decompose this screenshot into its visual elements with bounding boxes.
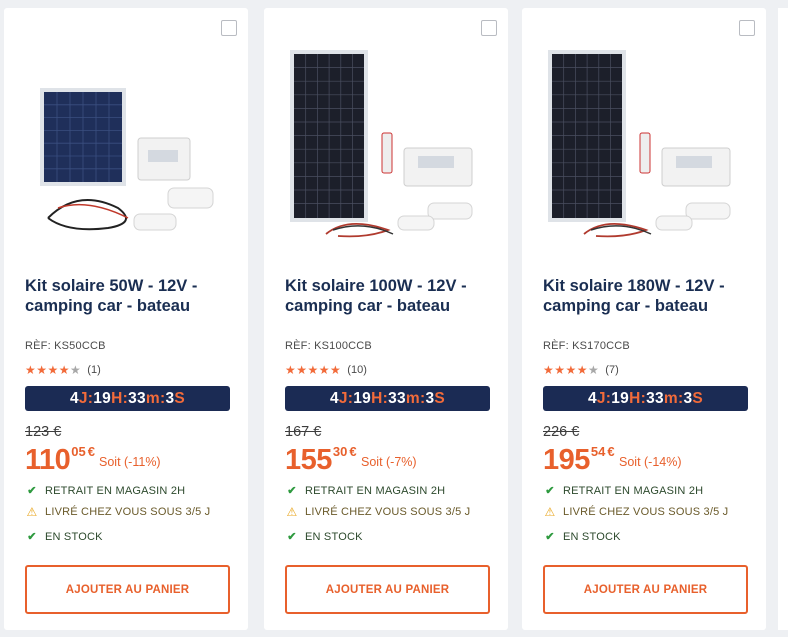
star-rating-icon: ★★★★★ [25, 363, 82, 377]
product-card[interactable]: Kit solaire 180W - 12V - camping car - b… [522, 8, 766, 630]
check-icon: ✔ [545, 485, 555, 497]
review-count: (10) [347, 364, 367, 376]
rating[interactable]: ★★★★★ (10) [285, 363, 367, 377]
delivery-item: ⚠ LIVRÉ CHEZ VOUS SOUS 3/5 J [544, 505, 729, 519]
product-card[interactable]: Kit solaire 100W - 12V - camping car - b… [264, 8, 508, 630]
product-title[interactable]: Kit solaire 180W - 12V - camping car - b… [543, 276, 758, 316]
check-icon: ✔ [287, 485, 297, 497]
product-card[interactable]: Kit solaire 50W - 12V - camping car - ba… [4, 8, 248, 630]
delivery-item: ⚠ LIVRÉ CHEZ VOUS SOUS 3/5 J [286, 505, 471, 519]
price-integer: 195 [543, 444, 590, 476]
warning-icon: ⚠ [286, 505, 298, 519]
mounting-bracket [685, 202, 731, 220]
compare-checkbox[interactable] [481, 20, 497, 36]
review-count: (1) [87, 364, 101, 376]
solar-kit-illustration [40, 88, 214, 231]
product-reference: RÈF: KS100CCB [285, 340, 372, 352]
product-reference: RÈF: KS50CCB [25, 340, 106, 352]
product-reference: RÈF: KS170CCB [543, 340, 630, 352]
product-title-line: camping car - bateau [25, 297, 191, 315]
countdown-timer: 4 J: 19 H: 33 m: 3 S [543, 386, 748, 411]
rating[interactable]: ★★★★★ (7) [543, 363, 619, 377]
price-currency: € [349, 444, 357, 459]
fuse-holder [381, 132, 393, 174]
delivery-item: ✔ EN STOCK [543, 530, 621, 544]
old-price: 167 € [285, 424, 322, 440]
price-decimal: 54 [590, 444, 606, 459]
solar-kit-illustration [290, 50, 473, 238]
product-title-line: camping car - bateau [543, 297, 709, 315]
price-decimal: 05 [71, 444, 86, 459]
add-to-cart-button[interactable]: AJOUTER AU PANIER [25, 565, 230, 614]
add-to-cart-button[interactable]: AJOUTER AU PANIER [285, 565, 490, 614]
product-image[interactable] [18, 38, 234, 238]
product-title-line: camping car - bateau [285, 297, 451, 315]
delivery-item: ✔ EN STOCK [285, 530, 363, 544]
price-integer: 155 [285, 444, 332, 476]
product-title[interactable]: Kit solaire 50W - 12V - camping car - ba… [25, 276, 240, 316]
product-title[interactable]: Kit solaire 100W - 12V - camping car - b… [285, 276, 500, 316]
rating[interactable]: ★★★★★ (1) [25, 363, 101, 377]
warning-icon: ⚠ [26, 505, 38, 519]
compare-checkbox[interactable] [739, 20, 755, 36]
delivery-item: ✔ RETRAIT EN MAGASIN 2H [25, 484, 185, 498]
price-currency: € [607, 444, 615, 459]
check-icon: ✔ [27, 485, 37, 497]
discount-label: Soit (-7%) [361, 455, 417, 469]
price-decimal: 30 [332, 444, 348, 459]
current-price: 195 54 € [543, 444, 615, 476]
mounting-bracket [427, 202, 473, 220]
next-card-edge [778, 8, 788, 630]
product-image[interactable] [536, 38, 752, 238]
delivery-item: ✔ EN STOCK [25, 530, 103, 544]
delivery-item: ⚠ LIVRÉ CHEZ VOUS SOUS 3/5 J [26, 505, 211, 519]
price-currency: € [87, 444, 95, 459]
mounting-bracket [167, 187, 214, 209]
price-integer: 110 [25, 444, 71, 476]
product-grid: Kit solaire 50W - 12V - camping car - ba… [0, 0, 788, 637]
star-rating-icon: ★★★★★ [285, 363, 342, 377]
warning-icon: ⚠ [544, 505, 556, 519]
discount-label: Soit (-11%) [99, 455, 161, 469]
review-count: (7) [605, 364, 619, 376]
add-to-cart-button[interactable]: AJOUTER AU PANIER [543, 565, 748, 614]
old-price: 226 € [543, 424, 580, 440]
delivery-item: ✔ RETRAIT EN MAGASIN 2H [285, 484, 445, 498]
product-image[interactable] [278, 38, 494, 238]
fuse-holder [639, 132, 651, 174]
star-rating-icon: ★★★★★ [543, 363, 600, 377]
solar-kit-illustration [548, 50, 731, 238]
check-icon: ✔ [27, 531, 37, 543]
current-price: 110 05 € [25, 444, 95, 476]
product-title-line: Kit solaire 180W - 12V - [543, 277, 725, 295]
delivery-item: ✔ RETRAIT EN MAGASIN 2H [543, 484, 703, 498]
compare-checkbox[interactable] [221, 20, 237, 36]
old-price: 123 € [25, 424, 62, 440]
check-icon: ✔ [545, 531, 555, 543]
discount-label: Soit (-14%) [619, 455, 682, 469]
product-title-line: Kit solaire 50W - 12V - [25, 277, 198, 295]
product-title-line: Kit solaire 100W - 12V - [285, 277, 467, 295]
countdown-timer: 4 J: 19 H: 33 m: 3 S [25, 386, 230, 411]
countdown-timer: 4 J: 19 H: 33 m: 3 S [285, 386, 490, 411]
check-icon: ✔ [287, 531, 297, 543]
current-price: 155 30 € [285, 444, 357, 476]
